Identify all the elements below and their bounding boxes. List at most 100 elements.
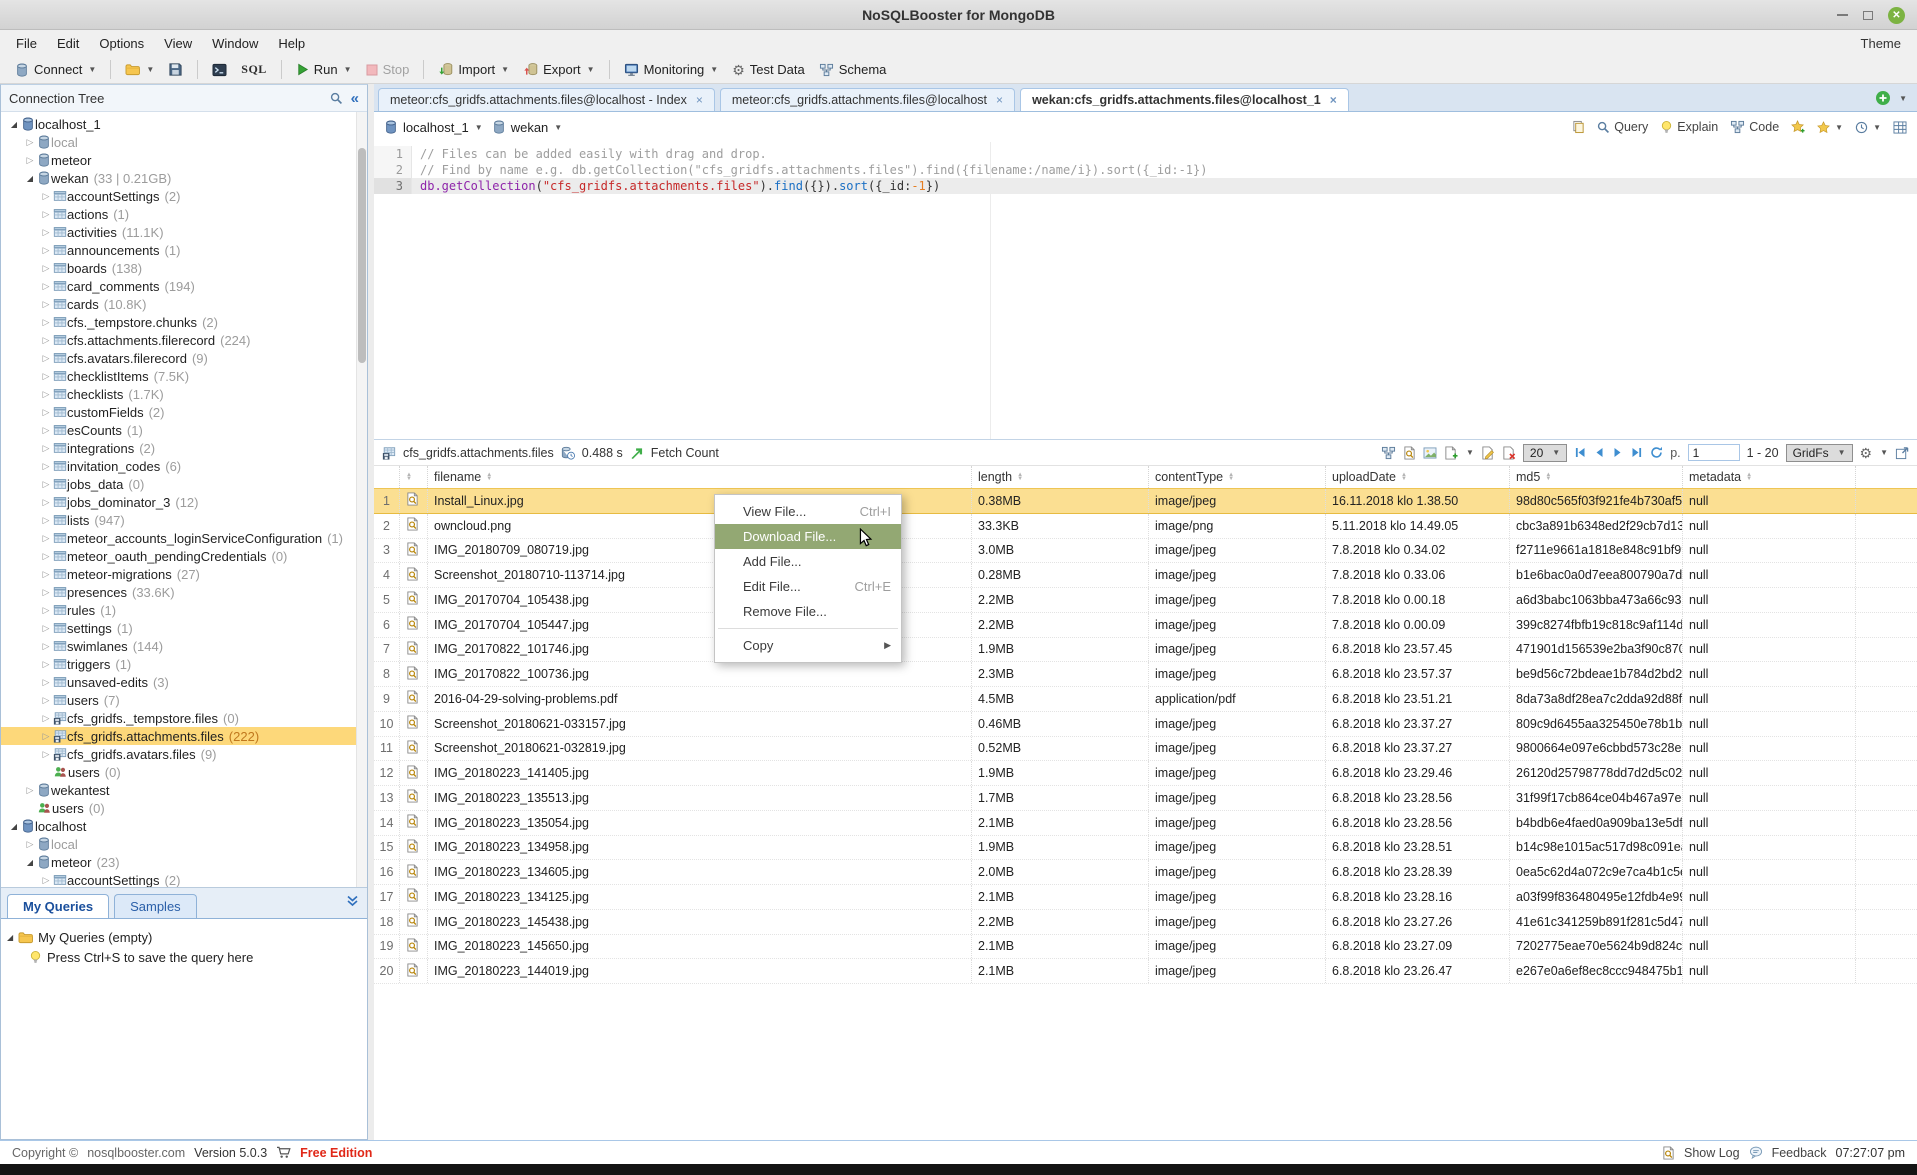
preview-file-icon[interactable] [406,616,419,633]
page-size-select[interactable]: 20▼ [1523,444,1567,462]
expander-icon[interactable]: ◢ [7,120,21,129]
table-row[interactable]: 7IMG_20170822_101746.jpg1.9MBimage/jpeg6… [374,638,1917,663]
code-line-1[interactable]: 1// Files can be added easily with drag … [374,146,1917,162]
preview-file-icon[interactable] [406,864,419,881]
code-line-3[interactable]: 3db.getCollection("cfs_gridfs.attachment… [374,178,1917,194]
expander-icon[interactable]: ▷ [39,245,53,256]
expander-icon[interactable]: ▷ [39,713,53,724]
preview-cell[interactable] [400,539,428,563]
expander-icon[interactable]: ▷ [39,371,53,382]
query-button[interactable]: Query [1597,120,1648,134]
preview-file-icon[interactable] [406,715,419,732]
preview-file-icon[interactable] [406,641,419,658]
table-row[interactable]: 20IMG_20180223_144019.jpg2.1MBimage/jpeg… [374,959,1917,984]
tree-item-esCounts[interactable]: ▷esCounts(1) [1,421,367,439]
tree-item-meteor_accounts_loginServiceConfiguration[interactable]: ▷meteor_accounts_loginServiceConfigurati… [1,529,367,547]
preview-cell[interactable] [400,563,428,587]
preview-file-icon[interactable] [406,666,419,683]
query-editor[interactable]: 1// Files can be added easily with drag … [374,142,1917,439]
tree-item-unsaved-edits[interactable]: ▷unsaved-edits(3) [1,673,367,691]
preview-file-icon[interactable] [406,765,419,782]
preview-cell[interactable] [400,786,428,810]
table-row[interactable]: 15IMG_20180223_134958.jpg1.9MBimage/jpeg… [374,836,1917,861]
expander-icon[interactable]: ▷ [39,425,53,436]
tree-item-accountSettings[interactable]: ▷accountSettings(2) [1,187,367,205]
preview-file-icon[interactable] [406,938,419,955]
expander-icon[interactable]: ▷ [39,551,53,562]
breadcrumb-database[interactable]: wekan ▼ [492,120,567,135]
preview-file-icon[interactable] [406,814,419,831]
preview-cell[interactable] [400,588,428,612]
table-row[interactable]: 18IMG_20180223_145438.jpg2.2MBimage/jpeg… [374,910,1917,935]
expander-icon[interactable]: ▷ [39,263,53,274]
connect-button[interactable]: Connect▼ [8,60,103,79]
column-header-contentType[interactable]: contentType▲▼ [1149,466,1326,488]
tree-scrollbar[interactable] [356,112,367,887]
menu-item-window[interactable]: Window [202,34,268,53]
expander-icon[interactable]: ▷ [39,569,53,580]
tree-item-settings[interactable]: ▷settings(1) [1,619,367,637]
tree-item-local[interactable]: ▷local [1,835,367,853]
open-file-button[interactable]: ▼ [118,61,161,78]
expander-icon[interactable]: ▷ [39,623,53,634]
last-page-icon[interactable] [1631,447,1643,458]
menu-item-edit-file[interactable]: Edit File...Ctrl+E [715,574,901,599]
tree-item-boards[interactable]: ▷boards(138) [1,259,367,277]
tab-1[interactable]: meteor:cfs_gridfs.attachments.files@loca… [378,88,715,111]
column-header-metadata[interactable]: metadata▲▼ [1683,466,1856,488]
export-button[interactable]: Export▼ [516,60,602,79]
menu-item-edit[interactable]: Edit [47,34,89,53]
prev-page-icon[interactable] [1593,447,1605,458]
table-row[interactable]: 16IMG_20180223_134605.jpg2.0MBimage/jpeg… [374,860,1917,885]
expander-icon[interactable]: ▷ [39,461,53,472]
tree-item-cfs_gridfs._tempstore.files[interactable]: ▷cfs_gridfs._tempstore.files(0) [1,709,367,727]
expander-icon[interactable]: ▷ [39,389,53,400]
preview-file-icon[interactable] [406,913,419,930]
tree-item-local[interactable]: ▷local [1,133,367,151]
tree-item-actions[interactable]: ▷actions(1) [1,205,367,223]
preview-file-icon[interactable] [406,690,419,707]
expander-icon[interactable]: ▷ [23,137,37,148]
schema-button[interactable]: Schema [812,60,894,79]
tab-3[interactable]: wekan:cfs_gridfs.attachments.files@local… [1020,88,1349,111]
expander-icon[interactable]: ◢ [23,858,37,867]
preview-file-icon[interactable] [406,591,419,608]
expander-icon[interactable]: ▷ [39,209,53,220]
tree-item-users[interactable]: users(0) [1,799,367,817]
table-row[interactable]: 17IMG_20180223_134125.jpg2.1MBimage/jpeg… [374,885,1917,910]
table-row[interactable]: 8IMG_20170822_100736.jpg2.3MBimage/jpeg6… [374,662,1917,687]
preview-cell[interactable] [400,514,428,538]
chevron-down-icon[interactable]: ▼ [1880,448,1888,457]
expander-icon[interactable]: ▷ [39,299,53,310]
expander-icon[interactable]: ▷ [39,191,53,202]
table-row[interactable]: 6IMG_20170704_105447.jpg2.2MBimage/jpeg7… [374,613,1917,638]
close-icon[interactable]: × [696,93,703,107]
tree-item-triggers[interactable]: ▷triggers(1) [1,655,367,673]
tree-item-wekantest[interactable]: ▷wekantest [1,781,367,799]
tree-item-swimlanes[interactable]: ▷swimlanes(144) [1,637,367,655]
breadcrumb-connection[interactable]: localhost_1 ▼ [384,120,487,135]
expander-icon[interactable]: ▷ [39,731,53,742]
tree-item-announcements[interactable]: ▷announcements(1) [1,241,367,259]
settings-gear-icon[interactable]: ⚙ [1860,446,1873,460]
tree-scrollbar-thumb[interactable] [358,148,366,363]
expander-icon[interactable]: ▷ [39,749,53,760]
edit-file-icon[interactable] [1481,446,1495,460]
snippets-icon[interactable] [1572,120,1585,134]
tree-item-card_comments[interactable]: ▷card_comments(194) [1,277,367,295]
refresh-icon[interactable] [1650,446,1663,459]
expander-icon[interactable]: ▷ [39,641,53,652]
close-icon[interactable]: ✕ [1888,7,1905,24]
preview-file-icon[interactable] [406,492,419,509]
add-file-icon[interactable] [1444,446,1458,460]
monitoring-button[interactable]: Monitoring▼ [617,60,726,79]
menu-item-add-file[interactable]: Add File... [715,549,901,574]
table-row[interactable]: 1Install_Linux.jpg0.38MBimage/jpeg16.11.… [374,488,1917,514]
sort-icon[interactable]: ▲▼ [1401,473,1407,482]
new-tab-icon[interactable] [1875,90,1891,106]
remove-file-icon[interactable] [1502,446,1516,460]
menu-item-remove-file[interactable]: Remove File... [715,599,901,624]
tree-item-checklistItems[interactable]: ▷checklistItems(7.5K) [1,367,367,385]
close-icon[interactable]: × [1330,93,1337,107]
preview-cell[interactable] [400,687,428,711]
